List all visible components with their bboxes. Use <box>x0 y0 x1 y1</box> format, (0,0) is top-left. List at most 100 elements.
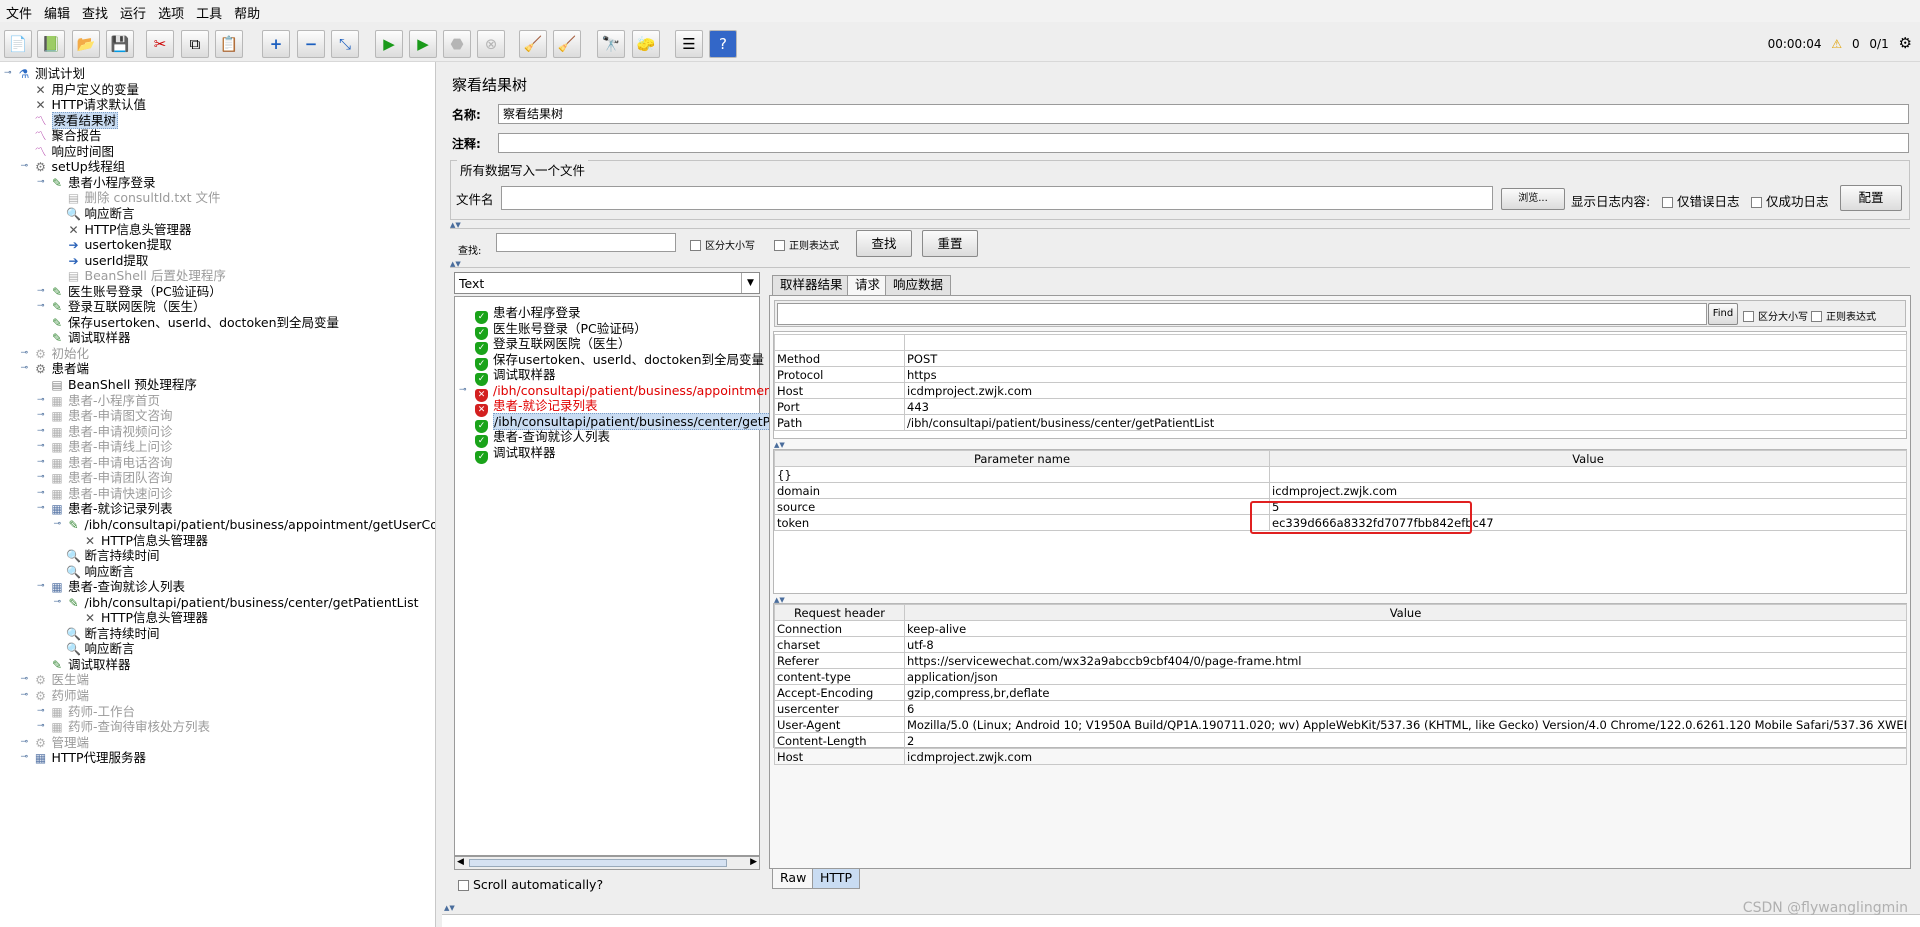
tree-toggle-icon[interactable]: ⊸ <box>37 411 45 420</box>
find-button[interactable]: 查找 <box>856 230 912 257</box>
tree-toggle-icon[interactable]: ⊸ <box>37 442 45 451</box>
table-row[interactable]: usercenter 6 <box>774 700 1907 717</box>
name-field[interactable]: 察看结果树 <box>498 104 1909 124</box>
clear-icon[interactable]: 🧹 <box>519 30 547 58</box>
warning-icon[interactable]: ⚠ <box>1831 37 1842 51</box>
table-row[interactable]: User-Agent Mozilla/5.0 (Linux; Android 10… <box>774 716 1907 733</box>
tab-http[interactable]: HTTP <box>812 869 860 889</box>
header-name-header[interactable]: Request header <box>774 604 905 621</box>
result-toggle-icon[interactable]: ⊸ <box>459 385 467 394</box>
tree-toggle-icon[interactable]: ⊸ <box>37 286 45 295</box>
renderer-select[interactable]: Text ▼ <box>454 272 760 294</box>
chevron-down-icon[interactable]: ▼ <box>741 273 759 293</box>
tree-toggle-icon[interactable]: ⊸ <box>37 395 45 404</box>
tab-sampler-result[interactable]: 取样器结果 <box>772 275 851 295</box>
inner-find-input[interactable] <box>777 303 1707 325</box>
search-icon[interactable]: 🔭 <box>597 30 625 58</box>
menu-search[interactable]: 查找 <box>76 0 114 22</box>
table-row[interactable]: Host icdmproject.zwjk.com <box>774 748 1907 765</box>
file-field[interactable] <box>501 186 1493 210</box>
menu-tools[interactable]: 工具 <box>190 0 228 22</box>
splitter-arrows-5[interactable]: ▲▼ <box>444 905 455 912</box>
case-sensitive-checkbox[interactable]: 区分大小写 <box>690 237 755 252</box>
table-row[interactable]: charset utf-8 <box>774 636 1907 653</box>
inner-case-checkbox[interactable]: 区分大小写 <box>1743 308 1808 323</box>
tree-toggle-icon[interactable]: ⊸ <box>37 706 45 715</box>
table-row[interactable]: Content-Length 2 <box>774 732 1907 749</box>
results-horizontal-scrollbar[interactable]: ◀ ▶ <box>454 856 760 870</box>
templates-icon[interactable]: 📗 <box>37 30 65 58</box>
table-row[interactable]: Accept-Encoding gzip,compress,br,deflate <box>774 684 1907 701</box>
scroll-thumb[interactable] <box>469 859 727 867</box>
tree-toggle-icon[interactable]: ⊸ <box>4 69 12 78</box>
table-row[interactable]: Referer https://servicewechat.com/wx32a9a… <box>774 652 1907 669</box>
function-helper-icon[interactable]: ☰ <box>675 30 703 58</box>
tree-toggle-icon[interactable]: ⊸ <box>37 177 45 186</box>
scroll-automatically-checkbox[interactable]: Scroll automatically? <box>458 877 603 892</box>
save-icon[interactable]: 💾 <box>106 30 134 58</box>
help-icon[interactable]: ? <box>709 30 737 58</box>
splitter-arrows-3[interactable]: ▲▼ <box>774 442 785 449</box>
tab-response-data[interactable]: 响应数据 <box>885 275 952 295</box>
shutdown-icon[interactable]: ⊗ <box>477 30 505 58</box>
remote-icon[interactable]: ⚙ <box>1899 34 1912 52</box>
paste-icon[interactable]: 📋 <box>215 30 243 58</box>
tree-toggle-icon[interactable]: ⊸ <box>21 162 29 171</box>
tree-toggle-icon[interactable]: ⊸ <box>37 722 45 731</box>
tree-toggle-icon[interactable]: ⊸ <box>37 473 45 482</box>
browse-button[interactable]: 浏览... <box>1501 188 1565 210</box>
start-no-pause-icon[interactable]: ▶ <box>409 30 437 58</box>
tree-toggle-icon[interactable]: ⊸ <box>54 519 62 528</box>
table-row[interactable]: Port 443 <box>774 398 1907 415</box>
menu-help[interactable]: 帮助 <box>228 0 266 22</box>
comment-field[interactable] <box>498 133 1909 153</box>
tree-node[interactable]: ▦ HTTP代理服务器 <box>33 748 146 767</box>
tree-toggle-icon[interactable]: ⊸ <box>21 348 29 357</box>
inner-regex-checkbox[interactable]: 正则表达式 <box>1811 308 1876 323</box>
table-row[interactable]: Protocol https <box>774 366 1907 383</box>
tab-request[interactable]: 请求 <box>847 275 889 295</box>
tree-toggle-icon[interactable]: ⊸ <box>54 597 62 606</box>
table-row[interactable]: {} <box>774 466 1907 483</box>
errors-only-checkbox[interactable]: 仅错误日志 <box>1662 191 1740 210</box>
param-name-header[interactable]: Parameter name <box>774 450 1270 467</box>
tab-raw[interactable]: Raw <box>772 869 815 889</box>
table-row[interactable]: Path/ibh/consultapi/patient/business/cen… <box>774 414 1907 431</box>
stop-icon[interactable]: ⬣ <box>443 30 471 58</box>
scroll-left-icon[interactable]: ◀ <box>457 857 464 867</box>
tree-toggle-icon[interactable]: ⊸ <box>21 753 29 762</box>
open-icon[interactable]: 📂 <box>72 30 100 58</box>
tree-toggle-icon[interactable]: ⊸ <box>21 364 29 373</box>
tree-toggle-icon[interactable]: ⊸ <box>37 302 45 311</box>
scroll-right-icon[interactable]: ▶ <box>750 857 757 867</box>
menu-file[interactable]: 文件 <box>0 0 38 22</box>
param-value-header[interactable]: Value <box>1269 450 1907 467</box>
search-input[interactable] <box>496 233 676 252</box>
start-icon[interactable]: ▶ <box>375 30 403 58</box>
tree-toggle-icon[interactable]: ⊸ <box>37 426 45 435</box>
configure-button[interactable]: 配置 <box>1840 185 1902 211</box>
tree-toggle-icon[interactable]: ⊸ <box>21 675 29 684</box>
table-row[interactable]: domain icdmproject.zwjk.com <box>774 482 1907 499</box>
new-icon[interactable]: 📄 <box>4 30 32 58</box>
expand-icon[interactable]: + <box>262 30 290 58</box>
collapse-icon[interactable]: − <box>297 30 325 58</box>
cut-icon[interactable]: ✂ <box>146 30 174 58</box>
table-row[interactable]: Method POST <box>774 350 1907 367</box>
tree-toggle-icon[interactable]: ⊸ <box>21 691 29 700</box>
reset-search-icon[interactable]: 🧽 <box>632 30 660 58</box>
result-item[interactable]: ✓ 调试取样器 <box>475 443 556 464</box>
tree-toggle-icon[interactable]: ⊸ <box>37 457 45 466</box>
menu-edit[interactable]: 编辑 <box>38 0 76 22</box>
table-row[interactable]: content-type application/json <box>774 668 1907 685</box>
table-row[interactable]: Connection keep-alive <box>774 620 1907 637</box>
header-value-header[interactable]: Value <box>904 604 1907 621</box>
tree-toggle-icon[interactable]: ⊸ <box>37 504 45 513</box>
tree-toggle-icon[interactable]: ⊸ <box>37 488 45 497</box>
menu-run[interactable]: 运行 <box>114 0 152 22</box>
toggle-icon[interactable]: ⤡ <box>331 30 359 58</box>
inner-find-button[interactable]: Find <box>1708 303 1738 325</box>
success-only-checkbox[interactable]: 仅成功日志 <box>1751 191 1829 210</box>
clear-all-icon[interactable]: 🧹 <box>553 30 581 58</box>
regex-checkbox[interactable]: 正则表达式 <box>774 237 839 252</box>
